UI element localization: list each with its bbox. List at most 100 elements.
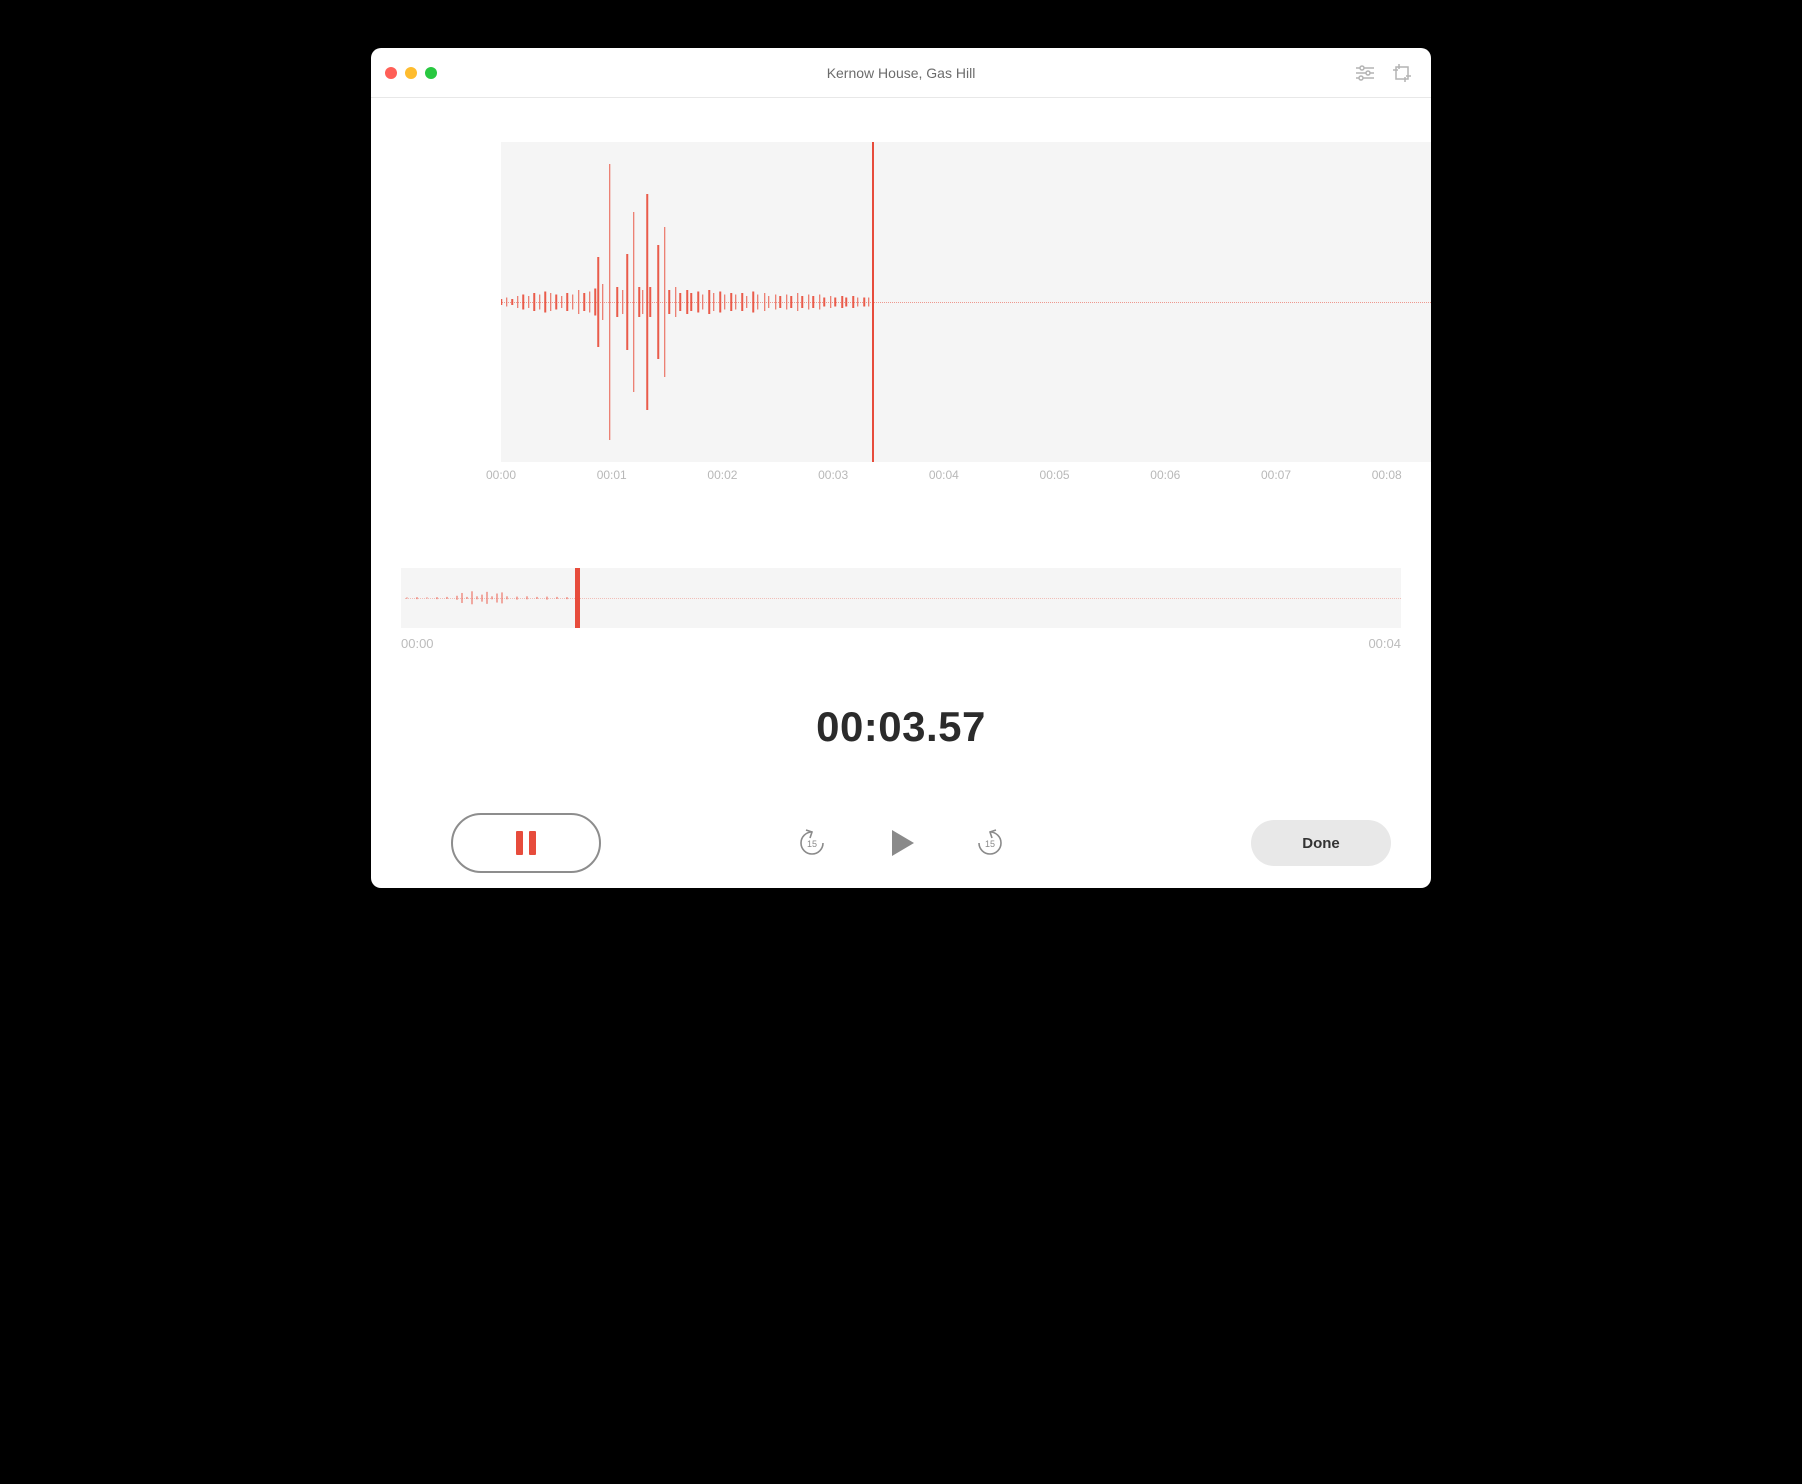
playhead[interactable] xyxy=(872,142,874,462)
svg-text:15: 15 xyxy=(807,839,817,849)
time-tick: 00:06 xyxy=(1150,468,1180,482)
overview-bars xyxy=(401,568,1401,628)
waveform-sample xyxy=(713,293,715,311)
overview-sample xyxy=(482,595,483,602)
waveform-sample xyxy=(702,295,704,310)
waveform-sample xyxy=(835,298,837,307)
overview-track[interactable] xyxy=(401,568,1401,628)
play-button[interactable] xyxy=(884,826,918,860)
waveform-sample xyxy=(779,296,781,308)
waveform-sample xyxy=(708,290,710,314)
waveform-sample xyxy=(617,287,619,317)
waveform-track[interactable] xyxy=(501,142,1431,462)
waveform-sample xyxy=(511,299,513,305)
waveform-sample xyxy=(868,298,870,307)
overview-sample xyxy=(487,592,488,604)
overview-sample xyxy=(557,597,558,599)
waveform-sample xyxy=(556,295,558,310)
skip-forward-15-button[interactable]: 15 xyxy=(974,827,1006,859)
time-tick: 00:03 xyxy=(818,468,848,482)
waveform-sample xyxy=(522,295,524,310)
waveform-sample xyxy=(686,290,688,314)
zoom-window-button[interactable] xyxy=(425,67,437,79)
time-tick: 00:08 xyxy=(1372,468,1402,482)
waveform-sample xyxy=(824,298,826,307)
close-window-button[interactable] xyxy=(385,67,397,79)
waveform-sample xyxy=(609,164,611,440)
waveform-sample xyxy=(517,296,519,308)
elapsed-time-display: 00:03.57 xyxy=(816,703,986,751)
waveform-sample xyxy=(852,296,854,308)
waveform-sample xyxy=(808,295,810,310)
waveform-sample xyxy=(735,295,737,310)
waveform-sample xyxy=(572,295,574,310)
waveform-sample xyxy=(602,284,604,320)
overview-sample xyxy=(427,597,428,598)
waveform-area[interactable] xyxy=(371,142,1431,462)
waveform-sample xyxy=(680,293,682,311)
waveform-sample xyxy=(669,290,671,314)
overview-sample xyxy=(502,592,503,603)
waveform-sample xyxy=(664,227,666,377)
waveform-sample xyxy=(533,293,535,311)
waveform-bars xyxy=(501,142,1431,462)
waveform-sample xyxy=(545,292,547,313)
minimize-window-button[interactable] xyxy=(405,67,417,79)
pause-record-button[interactable] xyxy=(451,813,601,873)
time-tick: 00:07 xyxy=(1261,468,1291,482)
time-tick: 00:02 xyxy=(707,468,737,482)
waveform-sample xyxy=(501,299,502,305)
skip-back-15-button[interactable]: 15 xyxy=(796,827,828,859)
overview-sample xyxy=(462,593,463,603)
waveform-sample xyxy=(639,287,641,317)
waveform-sample xyxy=(594,289,596,316)
voice-memo-window: Kernow House, Gas Hill xyxy=(371,48,1431,888)
overview-playhead[interactable] xyxy=(575,568,580,628)
waveform-sample xyxy=(786,295,788,310)
waveform-sample xyxy=(724,295,726,310)
overview-sample xyxy=(547,597,548,600)
trim-icon[interactable] xyxy=(1393,64,1411,82)
time-ruler: 00:0000:0100:0200:0300:0400:0500:0600:07… xyxy=(501,468,1431,492)
toolbar-right xyxy=(1355,64,1411,82)
waveform-sample xyxy=(697,292,699,313)
overview-sample xyxy=(517,597,518,600)
waveform-sample xyxy=(797,293,799,311)
waveform-sample xyxy=(830,296,832,308)
waveform-sample xyxy=(539,295,541,310)
done-button[interactable]: Done xyxy=(1251,820,1391,866)
center-controls: 15 15 xyxy=(796,826,1006,860)
waveform-sample xyxy=(622,290,624,314)
waveform-sample xyxy=(657,245,659,359)
overview-sample xyxy=(527,596,528,599)
waveform-sample xyxy=(646,194,648,410)
overview-sample xyxy=(437,597,438,599)
overview-sample xyxy=(417,597,418,599)
overview-sample xyxy=(497,594,498,603)
waveform-sample xyxy=(589,292,591,313)
svg-text:15: 15 xyxy=(985,839,995,849)
pause-icon xyxy=(516,831,536,855)
overview-start-label: 00:00 xyxy=(401,636,434,651)
waveform-sample xyxy=(719,292,721,313)
overview-end-label: 00:04 xyxy=(1368,636,1401,651)
window-controls xyxy=(385,67,437,79)
waveform-sample xyxy=(757,295,759,310)
waveform-sample xyxy=(768,296,770,308)
time-tick: 00:05 xyxy=(1040,468,1070,482)
overview-timeline: 00:00 00:04 xyxy=(401,568,1401,651)
waveform-spacer xyxy=(371,142,501,462)
waveform-sample xyxy=(764,293,766,311)
time-tick: 00:04 xyxy=(929,468,959,482)
waveform-sample xyxy=(742,293,744,311)
adjust-icon[interactable] xyxy=(1355,64,1375,82)
waveform-sample xyxy=(583,293,585,311)
waveform-sample xyxy=(506,298,508,307)
waveform-sample xyxy=(775,295,777,310)
time-tick: 00:01 xyxy=(597,468,627,482)
waveform-sample xyxy=(578,290,580,314)
waveform-sample xyxy=(846,298,848,307)
waveform-sample xyxy=(642,290,644,314)
waveform-sample xyxy=(567,293,569,311)
overview-labels: 00:00 00:04 xyxy=(401,636,1401,651)
